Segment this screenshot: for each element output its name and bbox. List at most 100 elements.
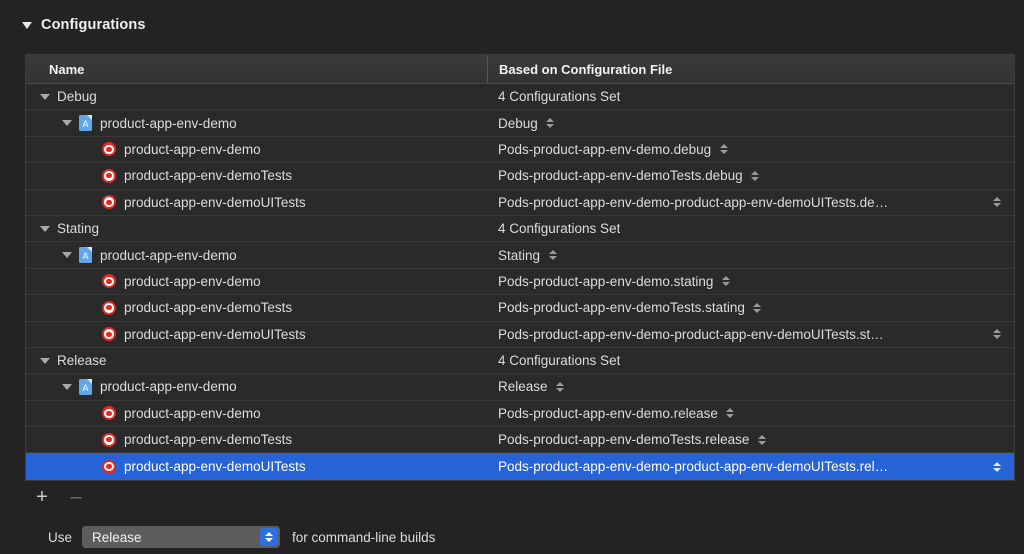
- build-target-icon: [102, 406, 116, 421]
- cell-name: product-app-env-demoUITests: [26, 459, 487, 474]
- command-line-builds-row: Use Release for command-line builds: [25, 522, 435, 552]
- cell-name: Debug: [26, 89, 487, 104]
- based-on-value: 4 Configurations Set: [498, 353, 621, 369]
- cell-name: product-app-env-demo: [26, 274, 487, 289]
- configuration-name-label: Debug: [57, 89, 97, 105]
- table-row[interactable]: Aproduct-app-env-demo Debug: [26, 110, 1014, 137]
- chevron-updown-icon[interactable]: [547, 250, 558, 261]
- cell-name: Stating: [26, 221, 487, 236]
- disclosure-triangle-icon[interactable]: [62, 252, 72, 259]
- use-label: Use: [48, 529, 73, 545]
- table-row[interactable]: Debug 4 Configurations Set: [26, 84, 1014, 111]
- cell-based-on: 4 Configurations Set: [487, 221, 1014, 236]
- build-target-icon: [102, 327, 116, 342]
- add-configuration-button[interactable]: +: [25, 485, 59, 509]
- cell-based-on[interactable]: Pods-product-app-env-demo-product-app-en…: [487, 327, 1014, 342]
- project-document-icon: A: [79, 247, 92, 264]
- configuration-name-label: product-app-env-demoUITests: [124, 326, 306, 342]
- configuration-name-label: product-app-env-demo: [100, 379, 237, 395]
- build-target-icon: [102, 274, 116, 289]
- configuration-name-label: product-app-env-demoUITests: [124, 459, 306, 475]
- build-target-icon: [102, 142, 116, 157]
- column-header-based-on[interactable]: Based on Configuration File: [487, 55, 1014, 83]
- table-row[interactable]: product-app-env-demoTests Pods-product-ap…: [26, 427, 1014, 454]
- build-target-icon: [102, 168, 116, 183]
- cell-name: product-app-env-demoUITests: [26, 195, 487, 210]
- build-target-icon: [102, 195, 116, 210]
- configuration-name-label: Stating: [57, 221, 100, 237]
- table-row[interactable]: product-app-env-demoTests Pods-product-ap…: [26, 295, 1014, 322]
- cell-name: Aproduct-app-env-demo: [26, 378, 487, 395]
- disclosure-triangle-icon[interactable]: [40, 93, 50, 100]
- based-on-value: Pods-product-app-env-demo-product-app-en…: [498, 326, 884, 342]
- chevron-updown-icon[interactable]: [991, 461, 1002, 472]
- chevron-updown-icon[interactable]: [750, 170, 761, 181]
- table-header-row: Name Based on Configuration File: [26, 55, 1014, 84]
- table-row[interactable]: Aproduct-app-env-demo Stating: [26, 242, 1014, 269]
- based-on-value: 4 Configurations Set: [498, 89, 621, 105]
- build-target-icon: [102, 432, 116, 447]
- column-header-name[interactable]: Name: [26, 55, 487, 83]
- chevron-updown-icon[interactable]: [545, 118, 556, 129]
- project-document-icon: A: [79, 115, 92, 132]
- disclosure-triangle-icon[interactable]: [22, 21, 32, 29]
- table-row[interactable]: product-app-env-demo Pods-product-app-env…: [26, 401, 1014, 428]
- chevron-updown-icon[interactable]: [718, 144, 729, 155]
- configuration-name-label: product-app-env-demo: [100, 115, 237, 131]
- table-footer-buttons: + –: [25, 484, 93, 510]
- cell-based-on[interactable]: Pods-product-app-env-demo.release: [487, 406, 1014, 421]
- cell-name: Aproduct-app-env-demo: [26, 247, 487, 264]
- table-row[interactable]: product-app-env-demo Pods-product-app-env…: [26, 137, 1014, 164]
- command-line-configuration-select[interactable]: Release: [82, 526, 281, 548]
- cell-based-on[interactable]: Pods-product-app-env-demo-product-app-en…: [487, 459, 1014, 474]
- chevron-updown-icon[interactable]: [720, 276, 731, 287]
- table-row[interactable]: product-app-env-demoUITests Pods-product-…: [26, 322, 1014, 348]
- cell-based-on[interactable]: Pods-product-app-env-demoTests.debug: [487, 168, 1014, 183]
- cell-based-on[interactable]: Pods-product-app-env-demo.stating: [487, 274, 1014, 289]
- disclosure-triangle-icon[interactable]: [40, 357, 50, 364]
- cell-name: Aproduct-app-env-demo: [26, 115, 487, 132]
- cell-name: product-app-env-demo: [26, 142, 487, 157]
- remove-configuration-button[interactable]: –: [59, 485, 93, 509]
- based-on-value: Pods-product-app-env-demo.release: [498, 405, 718, 421]
- cell-based-on[interactable]: Stating: [487, 248, 1014, 263]
- table-row[interactable]: Aproduct-app-env-demo Release: [26, 374, 1014, 401]
- configuration-name-label: product-app-env-demoTests: [124, 300, 293, 316]
- chevron-updown-icon[interactable]: [260, 528, 279, 546]
- cell-based-on[interactable]: Pods-product-app-env-demoTests.release: [487, 432, 1014, 447]
- cell-based-on[interactable]: Release: [487, 379, 1014, 394]
- cell-name: product-app-env-demoTests: [26, 168, 487, 183]
- section-header[interactable]: Configurations: [0, 12, 146, 38]
- cell-based-on[interactable]: Pods-product-app-env-demo.debug: [487, 142, 1014, 157]
- table-row[interactable]: product-app-env-demoUITests Pods-product-…: [26, 190, 1014, 216]
- cell-based-on[interactable]: Debug: [487, 116, 1014, 131]
- chevron-updown-icon[interactable]: [725, 408, 736, 419]
- build-target-icon: [102, 459, 116, 474]
- configuration-name-label: product-app-env-demo: [124, 405, 261, 421]
- chevron-updown-icon[interactable]: [756, 434, 767, 445]
- chevron-updown-icon[interactable]: [991, 329, 1002, 340]
- configuration-name-label: product-app-env-demoTests: [124, 432, 293, 448]
- cell-based-on: 4 Configurations Set: [487, 353, 1014, 368]
- cell-based-on: 4 Configurations Set: [487, 89, 1014, 104]
- configuration-name-label: product-app-env-demoUITests: [124, 194, 306, 210]
- table-row[interactable]: product-app-env-demoUITests Pods-product-…: [26, 453, 1014, 480]
- table-row[interactable]: product-app-env-demo Pods-product-app-env…: [26, 269, 1014, 296]
- cell-name: product-app-env-demo: [26, 406, 487, 421]
- chevron-updown-icon[interactable]: [752, 302, 763, 313]
- disclosure-triangle-icon[interactable]: [62, 120, 72, 127]
- command-line-suffix-label: for command-line builds: [292, 529, 436, 545]
- table-row[interactable]: Release 4 Configurations Set: [26, 348, 1014, 375]
- chevron-updown-icon[interactable]: [991, 197, 1002, 208]
- configuration-name-label: product-app-env-demo: [124, 141, 261, 157]
- cell-based-on[interactable]: Pods-product-app-env-demoTests.stating: [487, 300, 1014, 315]
- chevron-updown-icon[interactable]: [555, 381, 566, 392]
- disclosure-triangle-icon[interactable]: [62, 383, 72, 390]
- based-on-value: Pods-product-app-env-demo-product-app-en…: [498, 194, 889, 210]
- based-on-value: Pods-product-app-env-demoTests.debug: [498, 168, 743, 184]
- cell-based-on[interactable]: Pods-product-app-env-demo-product-app-en…: [487, 195, 1014, 210]
- based-on-value: Pods-product-app-env-demo.stating: [498, 273, 714, 289]
- table-row[interactable]: Stating 4 Configurations Set: [26, 216, 1014, 243]
- table-row[interactable]: product-app-env-demoTests Pods-product-ap…: [26, 163, 1014, 190]
- disclosure-triangle-icon[interactable]: [40, 225, 50, 232]
